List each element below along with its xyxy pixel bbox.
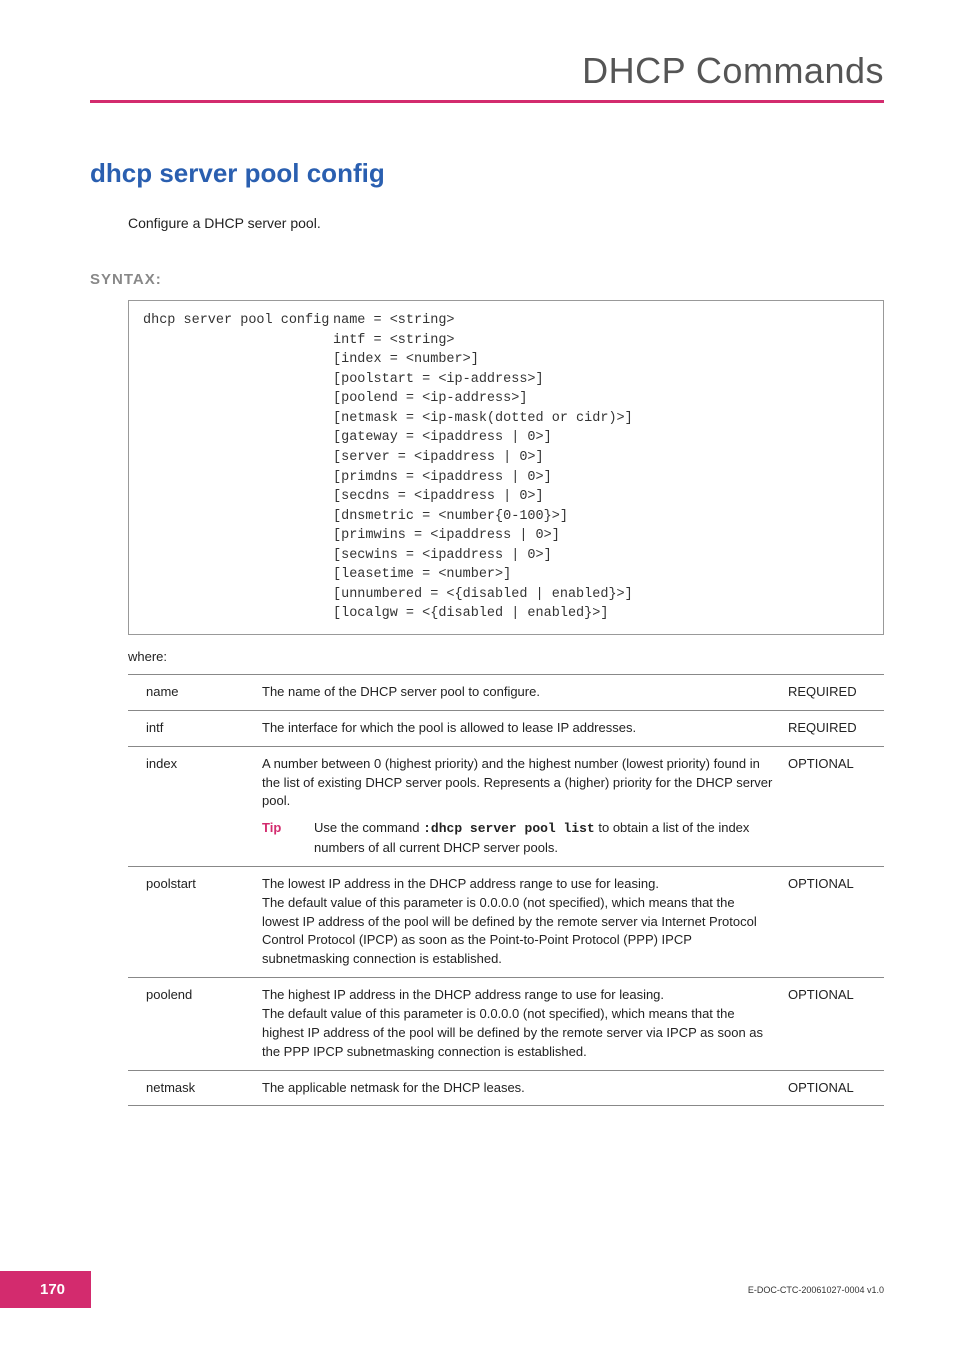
param-name: intf xyxy=(128,710,258,746)
table-row: poolstart The lowest IP address in the D… xyxy=(128,866,884,977)
syntax-command: dhcp server pool config xyxy=(143,311,333,624)
where-label: where: xyxy=(128,649,884,664)
param-desc: A number between 0 (highest priority) an… xyxy=(258,746,784,866)
chapter-title: DHCP Commands xyxy=(90,50,884,103)
page-footer: 170 E-DOC-CTC-20061027-0004 v1.0 xyxy=(0,1271,954,1308)
table-row: poolend The highest IP address in the DH… xyxy=(128,978,884,1070)
param-name: netmask xyxy=(128,1070,258,1106)
param-req: OPTIONAL xyxy=(784,1070,884,1106)
syntax-box: dhcp server pool config name = <string> … xyxy=(128,300,884,635)
tip-block: Tip Use the command :dhcp server pool li… xyxy=(262,819,774,858)
page-number: 170 xyxy=(0,1271,91,1308)
param-req: OPTIONAL xyxy=(784,866,884,977)
param-req: REQUIRED xyxy=(784,710,884,746)
param-desc: The applicable netmask for the DHCP leas… xyxy=(258,1070,784,1106)
param-name: name xyxy=(128,675,258,711)
syntax-args: name = <string> intf = <string> [index =… xyxy=(333,311,869,624)
parameter-table: name The name of the DHCP server pool to… xyxy=(128,674,884,1106)
param-desc: The lowest IP address in the DHCP addres… xyxy=(258,866,784,977)
syntax-heading: SYNTAX: xyxy=(90,271,884,288)
param-desc-text: A number between 0 (highest priority) an… xyxy=(262,756,772,809)
param-desc: The interface for which the pool is allo… xyxy=(258,710,784,746)
tip-command: :dhcp server pool list xyxy=(423,821,595,836)
tip-text: Use the command :dhcp server pool list t… xyxy=(314,819,774,858)
param-req: OPTIONAL xyxy=(784,746,884,866)
tip-label: Tip xyxy=(262,819,314,858)
table-row: name The name of the DHCP server pool to… xyxy=(128,675,884,711)
param-desc: The name of the DHCP server pool to conf… xyxy=(258,675,784,711)
tip-pre: Use the command xyxy=(314,820,423,835)
param-req: OPTIONAL xyxy=(784,978,884,1070)
table-row: index A number between 0 (highest priori… xyxy=(128,746,884,866)
param-desc: The highest IP address in the DHCP addre… xyxy=(258,978,784,1070)
param-name: index xyxy=(128,746,258,866)
command-description: Configure a DHCP server pool. xyxy=(128,215,884,231)
table-row: intf The interface for which the pool is… xyxy=(128,710,884,746)
table-row: netmask The applicable netmask for the D… xyxy=(128,1070,884,1106)
param-req: REQUIRED xyxy=(784,675,884,711)
document-id: E-DOC-CTC-20061027-0004 v1.0 xyxy=(748,1285,884,1295)
param-name: poolend xyxy=(128,978,258,1070)
param-name: poolstart xyxy=(128,866,258,977)
command-title: dhcp server pool config xyxy=(90,158,884,189)
